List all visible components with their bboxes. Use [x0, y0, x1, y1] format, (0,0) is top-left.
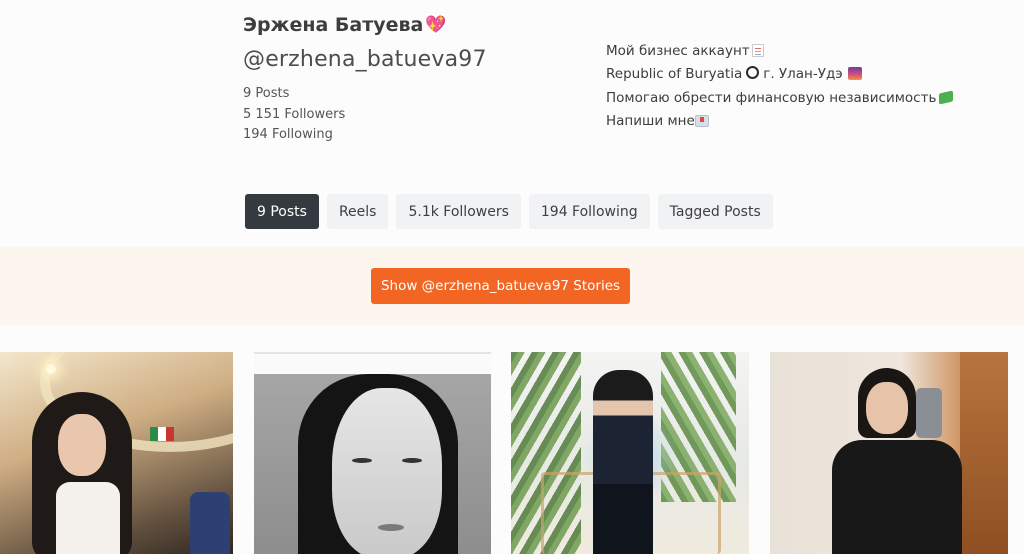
- followers-count: 5 151 Followers: [243, 106, 346, 122]
- post-thumbnail-1[interactable]: [0, 352, 233, 554]
- person-face: [866, 382, 908, 434]
- post-thumbnail-3[interactable]: [511, 352, 749, 554]
- bio-line-2: Republic of Buryatia г. Улан-Удэ: [606, 63, 953, 86]
- post-thumbnail-2[interactable]: [254, 352, 491, 554]
- profile-handle: @erzhena_batueva97: [243, 47, 487, 72]
- profile-bio: Мой бизнес аккаунт Republic of Buryatia г…: [606, 40, 954, 133]
- night-city-icon: [847, 67, 862, 81]
- phone: [916, 388, 942, 438]
- inbox-icon: [694, 114, 709, 127]
- tab-posts[interactable]: 9 Posts: [245, 194, 319, 229]
- lamp-light: [46, 364, 56, 374]
- flag-decor: [150, 427, 174, 441]
- bio-line-4-text: Напиши мне: [606, 112, 695, 129]
- following-count: 194 Following: [243, 127, 333, 142]
- circle-icon: [746, 66, 760, 80]
- profile-stats: 9 Posts 5 151 Followers 194 Following: [243, 84, 345, 146]
- bio-line-1-text: Мой бизнес аккаунт: [606, 43, 750, 59]
- tab-reels[interactable]: Reels: [326, 194, 389, 229]
- person-figure: [593, 370, 653, 554]
- person-shirt: [832, 440, 962, 554]
- tab-tagged-posts[interactable]: Tagged Posts: [657, 194, 773, 229]
- tab-following[interactable]: 194 Following: [528, 194, 650, 229]
- bio-line-4: Напиши мне: [606, 110, 953, 133]
- money-icon: [939, 90, 954, 105]
- bio-line-3-text: Помогаю обрести финансовую независимость: [606, 89, 937, 106]
- person-top: [56, 482, 120, 554]
- tab-followers[interactable]: 5.1k Followers: [396, 194, 521, 229]
- profile-tabs: 9 Posts Reels 5.1k Followers 194 Followi…: [245, 194, 773, 229]
- posts-count: 9 Posts: [243, 86, 290, 101]
- bio-location-city: г. Улан-Удэ: [763, 66, 843, 83]
- post-thumbnail-4[interactable]: [770, 352, 1008, 554]
- bio-line-1: Мой бизнес аккаунт: [606, 40, 953, 63]
- chair: [190, 492, 230, 554]
- profile-name-text: Эржена Батуева: [243, 14, 424, 36]
- person-eyes: [352, 458, 372, 463]
- sparkling-heart-icon: 💖: [425, 15, 447, 35]
- profile-name: Эржена Батуева 💖: [243, 14, 447, 36]
- page-icon: [751, 44, 764, 57]
- show-stories-button[interactable]: Show @erzhena_batueva97 Stories: [371, 268, 630, 304]
- person-face: [58, 414, 106, 476]
- wooden-door: [960, 352, 1008, 554]
- bio-line-3: Помогаю обрести финансовую независимость: [606, 87, 954, 110]
- person-lips: [378, 524, 404, 531]
- bio-location-region: Republic of Buryatia: [606, 66, 743, 83]
